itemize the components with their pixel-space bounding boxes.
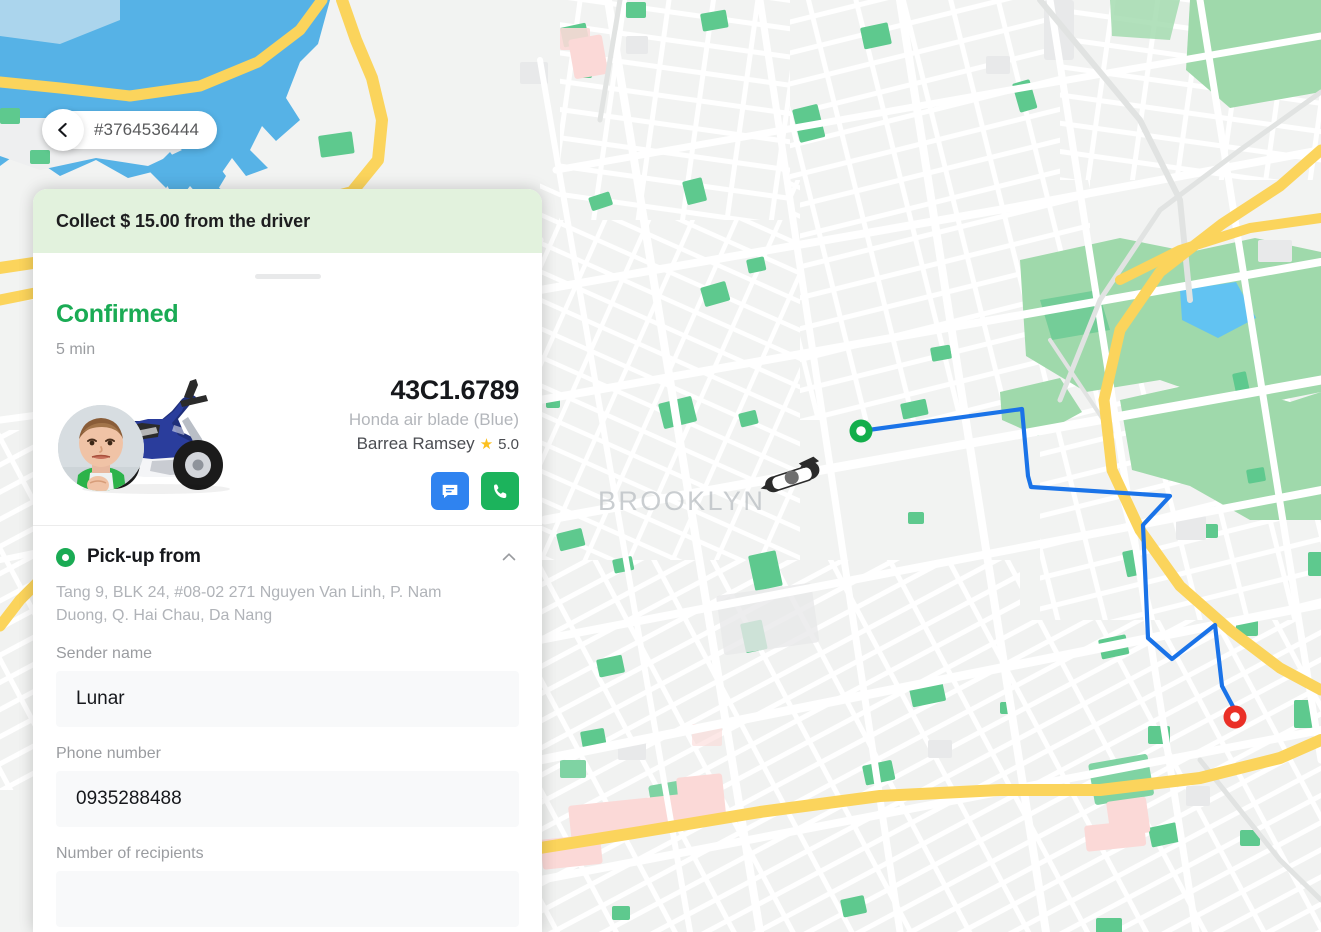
panel-body[interactable]: Confirmed 5 min 43C1.6789 Honda air blad… — [33, 253, 542, 932]
driver-name-row: Barrea Ramsey ★ 5.0 — [236, 434, 519, 454]
driver-name: Barrea Ramsey — [356, 434, 475, 453]
motorbike-icon — [56, 377, 236, 495]
pickup-title: Pick-up from — [87, 546, 201, 567]
call-button[interactable] — [481, 472, 519, 510]
destination-marker-icon — [1223, 705, 1247, 729]
phone-number-field-group: Phone number 0935288488 — [56, 745, 519, 828]
chat-bubble-icon — [442, 484, 458, 499]
phone-number-value: 0935288488 — [76, 788, 182, 810]
vehicle-model: Honda air blade (Blue) — [348, 410, 519, 429]
driver-info: 43C1.6789 Honda air blade (Blue) Barrea … — [236, 371, 519, 510]
phone-number-label: Phone number — [56, 745, 161, 763]
order-eta: 5 min — [56, 341, 96, 358]
phone-number-input[interactable]: 0935288488 — [56, 771, 519, 828]
recipients-input[interactable] — [56, 871, 519, 928]
origin-marker-icon — [849, 419, 873, 443]
order-id-pill[interactable]: #3764536444 — [42, 109, 218, 151]
driver-actions — [236, 472, 519, 510]
order-detail-panel[interactable]: Collect $ 15.00 from the driver Confirme… — [33, 189, 542, 932]
back-button[interactable] — [42, 109, 84, 151]
sender-name-input[interactable]: Lunar — [56, 671, 519, 728]
collapse-section-button[interactable] — [499, 547, 519, 567]
recipients-field-group: Number of recipients — [56, 845, 519, 928]
phone-icon — [493, 484, 506, 498]
chevron-left-icon — [58, 122, 67, 138]
collect-cash-banner: Collect $ 15.00 from the driver — [33, 189, 542, 253]
chat-button[interactable] — [431, 472, 469, 510]
driver-rating: 5.0 — [498, 435, 519, 453]
star-icon: ★ — [479, 435, 494, 453]
collect-cash-text: Collect $ 15.00 from the driver — [56, 210, 310, 231]
recipients-label: Number of recipients — [56, 845, 204, 863]
chevron-up-icon — [502, 553, 516, 561]
sender-name-label: Sender name — [56, 645, 153, 663]
sender-name-field-group: Sender name Lunar — [56, 645, 519, 728]
status-block: Confirmed 5 min — [33, 279, 542, 359]
map-label-brooklyn: BROOKLYN — [598, 486, 765, 516]
vehicle-plate: 43C1.6789 — [390, 375, 519, 405]
pickup-section: Pick-up from Tang 9, BLK 24, #08-02 271 … — [33, 526, 542, 928]
sender-name-value: Lunar — [76, 688, 125, 710]
pickup-address: Tang 9, BLK 24, #08-02 271 Nguyen Van Li… — [56, 584, 442, 625]
pickup-header[interactable]: Pick-up from — [56, 546, 519, 568]
driver-row: 43C1.6789 Honda air blade (Blue) Barrea … — [33, 359, 542, 511]
driver-avatar — [58, 405, 144, 491]
order-status: Confirmed — [56, 300, 179, 328]
avatar — [58, 405, 144, 491]
pickup-dot-icon — [56, 547, 75, 567]
order-id-text: #3764536444 — [94, 120, 200, 139]
